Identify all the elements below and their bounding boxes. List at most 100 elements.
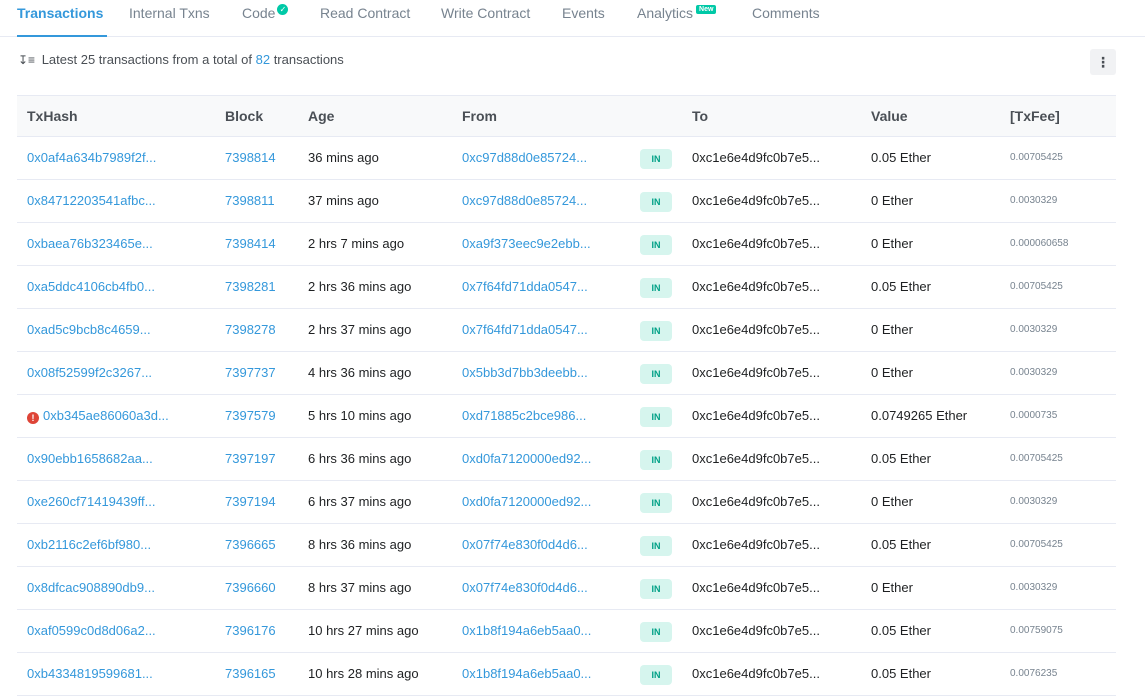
- txhash-cell: 0x8dfcac908890db9...: [27, 567, 155, 609]
- age-cell: 2 hrs 37 mins ago: [308, 322, 412, 337]
- from-address-link[interactable]: 0x7f64fd71dda0547...: [462, 266, 588, 308]
- from-address-link[interactable]: 0x5bb3d7bb3deebb...: [462, 352, 588, 394]
- error-icon: !: [27, 412, 39, 424]
- value-cell: 0.05 Ether: [871, 537, 931, 552]
- block-link[interactable]: 7398814: [225, 137, 276, 179]
- txhash-cell: 0x08f52599f2c3267...: [27, 352, 152, 394]
- to-address: 0xc1e6e4d9fc0b7e5...: [692, 365, 820, 380]
- txhash-link[interactable]: 0xaf0599c0d8d06a2...: [27, 623, 156, 638]
- txhash-link[interactable]: 0x90ebb1658682aa...: [27, 451, 153, 466]
- block-link[interactable]: 7398281: [225, 266, 276, 308]
- tab-transactions[interactable]: Transactions: [17, 0, 107, 37]
- block-link[interactable]: 7396165: [225, 653, 276, 695]
- value-cell: 0.05 Ether: [871, 666, 931, 681]
- txhash-link[interactable]: 0x84712203541afbc...: [27, 193, 156, 208]
- txfee-cell: 0.000060658: [1010, 238, 1069, 249]
- tab-comments[interactable]: Comments: [752, 0, 820, 37]
- tab-events[interactable]: Events: [562, 0, 605, 37]
- txhash-link[interactable]: 0xe260cf71419439ff...: [27, 494, 155, 509]
- verified-check-icon: ✓: [277, 4, 289, 15]
- column-header-to: To: [692, 108, 709, 124]
- txhash-link[interactable]: 0xb4334819599681...: [27, 666, 153, 681]
- tab-write-contract[interactable]: Write Contract: [441, 0, 530, 37]
- from-address-link[interactable]: 0xd0fa7120000ed92...: [462, 438, 591, 480]
- from-address-link[interactable]: 0x7f64fd71dda0547...: [462, 309, 588, 351]
- txhash-link[interactable]: 0xb345ae86060a3d...: [43, 408, 169, 423]
- block-link[interactable]: 7396660: [225, 567, 276, 609]
- value-cell: 0 Ether: [871, 322, 913, 337]
- block-link[interactable]: 7396665: [225, 524, 276, 566]
- value-cell: 0.0749265 Ether: [871, 408, 968, 423]
- age-cell: 8 hrs 36 mins ago: [308, 537, 412, 552]
- tab-code[interactable]: Code ✓: [242, 0, 289, 37]
- from-address-link[interactable]: 0xd71885c2bce986...: [462, 395, 586, 437]
- block-link[interactable]: 7398278: [225, 309, 276, 351]
- to-address: 0xc1e6e4d9fc0b7e5...: [692, 408, 820, 423]
- column-header-from: From: [462, 108, 497, 124]
- from-address-link[interactable]: 0x1b8f194a6eb5aa0...: [462, 610, 591, 652]
- to-address: 0xc1e6e4d9fc0b7e5...: [692, 537, 820, 552]
- table-row: 0x90ebb1658682aa... 7397197 6 hrs 36 mins …: [17, 438, 1116, 481]
- txfee-cell: 0.0030329: [1010, 324, 1058, 335]
- block-link[interactable]: 7398414: [225, 223, 276, 265]
- txhash-link[interactable]: 0x8dfcac908890db9...: [27, 580, 155, 595]
- direction-in-badge: IN: [640, 579, 672, 599]
- txhash-link[interactable]: 0xa5ddc4106cb4fb0...: [27, 279, 155, 294]
- table-row: 0x84712203541afbc... 7398811 37 mins ago 0x…: [17, 180, 1116, 223]
- tab-read-contract[interactable]: Read Contract: [320, 0, 410, 37]
- from-address-link[interactable]: 0xd0fa7120000ed92...: [462, 481, 591, 523]
- block-link[interactable]: 7397737: [225, 352, 276, 394]
- value-cell: 0.05 Ether: [871, 451, 931, 466]
- table-row: 0x8dfcac908890db9... 7396660 8 hrs 37 mins…: [17, 567, 1116, 610]
- to-address: 0xc1e6e4d9fc0b7e5...: [692, 193, 820, 208]
- direction-in-badge: IN: [640, 493, 672, 513]
- age-cell: 10 hrs 28 mins ago: [308, 666, 419, 681]
- sort-icon: ↧≡: [18, 53, 36, 67]
- kebab-icon: ⋮: [1096, 54, 1110, 70]
- column-header-age: Age: [308, 108, 335, 124]
- tab-bar: Transactions Internal Txns Code ✓ Read Co…: [0, 0, 1145, 37]
- more-options-button[interactable]: ⋮: [1090, 49, 1116, 75]
- to-address: 0xc1e6e4d9fc0b7e5...: [692, 322, 820, 337]
- txhash-link[interactable]: 0x0af4a634b7989f2f...: [27, 150, 156, 165]
- age-cell: 36 mins ago: [308, 150, 379, 165]
- from-address-link[interactable]: 0xa9f373eec9e2ebb...: [462, 223, 591, 265]
- from-address-link[interactable]: 0xc97d88d0e85724...: [462, 137, 587, 179]
- value-cell: 0 Ether: [871, 494, 913, 509]
- txhash-link[interactable]: 0xb2116c2ef6bf980...: [27, 537, 151, 552]
- table-row: 0xb4334819599681... 7396165 10 hrs 28 mins…: [17, 653, 1116, 696]
- txfee-cell: 0.00759075: [1010, 625, 1063, 636]
- block-link[interactable]: 7398811: [225, 180, 275, 222]
- summary-suffix: transactions: [273, 52, 344, 67]
- txhash-link[interactable]: 0xad5c9bcb8c4659...: [27, 322, 151, 337]
- value-cell: 0 Ether: [871, 580, 913, 595]
- value-cell: 0 Ether: [871, 193, 913, 208]
- tab-internal-txns[interactable]: Internal Txns: [129, 0, 210, 37]
- txhash-cell: 0xaf0599c0d8d06a2...: [27, 610, 156, 652]
- txhash-link[interactable]: 0xbaea76b323465e...: [27, 236, 153, 251]
- txfee-cell: 0.00705425: [1010, 539, 1063, 550]
- txhash-link[interactable]: 0x08f52599f2c3267...: [27, 365, 152, 380]
- from-address-link[interactable]: 0x07f74e830f0d4d6...: [462, 524, 588, 566]
- age-cell: 10 hrs 27 mins ago: [308, 623, 419, 638]
- tab-analytics[interactable]: Analytics New: [637, 0, 717, 37]
- txfee-cell: 0.0030329: [1010, 582, 1058, 593]
- txhash-cell: 0xbaea76b323465e...: [27, 223, 153, 265]
- from-address-link[interactable]: 0x1b8f194a6eb5aa0...: [462, 653, 591, 695]
- txhash-cell: 0xb2116c2ef6bf980...: [27, 524, 151, 566]
- block-link[interactable]: 7397194: [225, 481, 276, 523]
- direction-in-badge: IN: [640, 149, 672, 169]
- txfee-cell: 0.00705425: [1010, 152, 1063, 163]
- from-address-link[interactable]: 0x07f74e830f0d4d6...: [462, 567, 588, 609]
- block-link[interactable]: 7397579: [225, 395, 276, 437]
- to-address: 0xc1e6e4d9fc0b7e5...: [692, 623, 820, 638]
- table-row: 0xa5ddc4106cb4fb0... 7398281 2 hrs 36 mins…: [17, 266, 1116, 309]
- age-cell: 2 hrs 7 mins ago: [308, 236, 405, 251]
- block-link[interactable]: 7396176: [225, 610, 276, 652]
- age-cell: 5 hrs 10 mins ago: [308, 408, 412, 423]
- from-address-link[interactable]: 0xc97d88d0e85724...: [462, 180, 587, 222]
- txhash-cell: 0x90ebb1658682aa...: [27, 438, 153, 480]
- txfee-cell: 0.0030329: [1010, 496, 1058, 507]
- block-link[interactable]: 7397197: [225, 438, 276, 480]
- table-row: 0xbaea76b323465e... 7398414 2 hrs 7 mins a…: [17, 223, 1116, 266]
